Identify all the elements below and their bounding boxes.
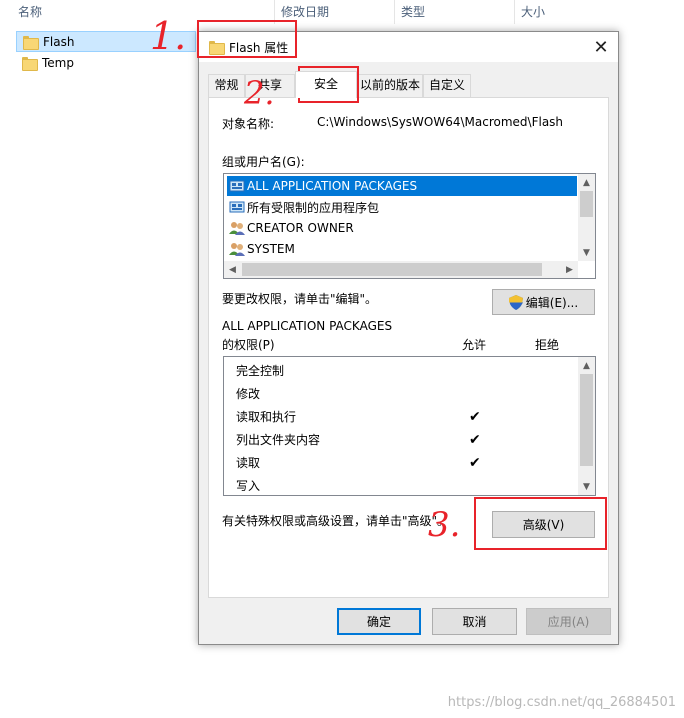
tab-previous-versions[interactable]: 以前的版本 bbox=[357, 74, 423, 97]
users-listbox[interactable]: ALL APPLICATION PACKAGES 所有受限制的应用程序包 CRE… bbox=[223, 173, 596, 279]
annotation-box-3 bbox=[474, 497, 607, 550]
scroll-up-icon[interactable]: ▲ bbox=[578, 174, 595, 191]
shield-icon bbox=[508, 294, 523, 310]
apply-button-label: 应用(A) bbox=[547, 615, 590, 629]
advanced-hint: 有关特殊权限或高级设置，请单击"高级"。 bbox=[222, 514, 450, 528]
properties-dialog: Flash 属性 ✕ 常规 共享 安全 以前的版本 自定义 对象名称: C:\W… bbox=[198, 31, 619, 645]
user-group-icon bbox=[229, 243, 245, 256]
cancel-button[interactable]: 取消 bbox=[432, 608, 517, 635]
permissions-listbox[interactable]: 完全控制 修改 读取和执行 ✔ 列出文件夹内容 ✔ 读取 ✔ 写入 ▲ ▼ bbox=[223, 356, 596, 496]
annotation-number-2: 2. bbox=[244, 74, 275, 112]
permission-row: 列出文件夹内容 ✔ bbox=[236, 429, 586, 451]
scroll-thumb[interactable] bbox=[580, 374, 593, 466]
permission-row: 修改 bbox=[236, 383, 586, 405]
permission-name: 读取 bbox=[236, 456, 261, 470]
file-name: Temp bbox=[42, 55, 74, 70]
file-name: Flash bbox=[43, 34, 75, 49]
list-item-system[interactable]: SYSTEM bbox=[227, 239, 295, 259]
scroll-thumb[interactable] bbox=[242, 263, 542, 276]
allow-column-header: 允许 bbox=[462, 338, 487, 352]
scroll-thumb[interactable] bbox=[580, 191, 593, 217]
list-item-label: CREATOR OWNER bbox=[247, 221, 354, 235]
users-scrollbar-vertical[interactable]: ▲ ▼ bbox=[578, 174, 595, 261]
permission-row: 写入 bbox=[236, 475, 586, 495]
list-item-all-app-packages[interactable]: ALL APPLICATION PACKAGES bbox=[227, 176, 577, 196]
group-users-label: 组或用户名(G): bbox=[222, 155, 305, 169]
column-size[interactable]: 大小 bbox=[514, 0, 594, 24]
permission-name: 修改 bbox=[236, 387, 261, 401]
edit-hint: 要更改权限，请单击"编辑"。 bbox=[222, 292, 378, 306]
ok-button[interactable]: 确定 bbox=[337, 608, 421, 635]
close-icon[interactable]: ✕ bbox=[584, 32, 618, 62]
watermark-text: https://blog.csdn.net/qq_26884501 bbox=[447, 695, 676, 710]
edit-button[interactable]: 编辑(E)... bbox=[492, 289, 595, 315]
perm-label: 的权限(P) bbox=[222, 338, 275, 352]
scroll-right-icon[interactable]: ▶ bbox=[561, 261, 578, 278]
app-packages-icon bbox=[229, 180, 245, 192]
list-item-label: 所有受限制的应用程序包 bbox=[247, 200, 380, 215]
apply-button[interactable]: 应用(A) bbox=[526, 608, 611, 635]
permission-name: 完全控制 bbox=[236, 364, 285, 378]
allow-check-icon: ✔ bbox=[469, 455, 481, 471]
perm-owner-label: ALL APPLICATION PACKAGES bbox=[222, 319, 393, 333]
permission-name: 读取和执行 bbox=[236, 410, 297, 424]
allow-check-icon: ✔ bbox=[469, 432, 481, 448]
users-scrollbar-horizontal[interactable]: ◀ ▶ bbox=[224, 261, 578, 278]
permission-row: 读取 ✔ bbox=[236, 452, 586, 474]
edit-button-label: 编辑(E)... bbox=[525, 295, 579, 310]
object-name-label: 对象名称: bbox=[222, 117, 275, 131]
scroll-up-icon[interactable]: ▲ bbox=[578, 357, 595, 374]
permission-row: 读取和执行 ✔ bbox=[236, 406, 586, 428]
tab-security[interactable]: 安全 bbox=[295, 71, 357, 98]
allow-check-icon: ✔ bbox=[469, 409, 481, 425]
permission-name: 写入 bbox=[236, 479, 261, 493]
scroll-left-icon[interactable]: ◀ bbox=[224, 261, 241, 278]
restricted-packages-icon bbox=[229, 201, 245, 213]
scroll-down-icon[interactable]: ▼ bbox=[578, 478, 595, 495]
scroll-down-icon[interactable]: ▼ bbox=[578, 244, 595, 261]
list-item-restricted-packages[interactable]: 所有受限制的应用程序包 bbox=[227, 197, 379, 217]
deny-column-header: 拒绝 bbox=[535, 338, 560, 352]
permission-name: 列出文件夹内容 bbox=[236, 433, 321, 447]
permissions-scrollbar-vertical[interactable]: ▲ ▼ bbox=[578, 357, 595, 495]
column-type[interactable]: 类型 bbox=[394, 0, 514, 24]
explorer-column-header: 名称 修改日期 类型 大小 bbox=[0, 0, 600, 26]
tab-general[interactable]: 常规 bbox=[208, 74, 245, 97]
user-group-icon bbox=[229, 222, 245, 235]
tab-customize[interactable]: 自定义 bbox=[423, 74, 471, 97]
ok-button-label: 确定 bbox=[366, 615, 391, 629]
folder-icon bbox=[23, 35, 39, 50]
list-item-label: SYSTEM bbox=[247, 242, 295, 256]
object-name-value: C:\Windows\SysWOW64\Macromed\Flash bbox=[317, 115, 564, 129]
permission-row: 完全控制 bbox=[236, 360, 586, 382]
annotation-number-1: 1. bbox=[150, 14, 187, 58]
cancel-button-label: 取消 bbox=[462, 615, 487, 629]
list-item-label: ALL APPLICATION PACKAGES bbox=[247, 179, 418, 193]
annotation-box-1 bbox=[197, 20, 297, 58]
folder-icon bbox=[22, 56, 38, 71]
annotation-number-3: 3. bbox=[428, 505, 461, 545]
list-item-creator-owner[interactable]: CREATOR OWNER bbox=[227, 218, 354, 238]
